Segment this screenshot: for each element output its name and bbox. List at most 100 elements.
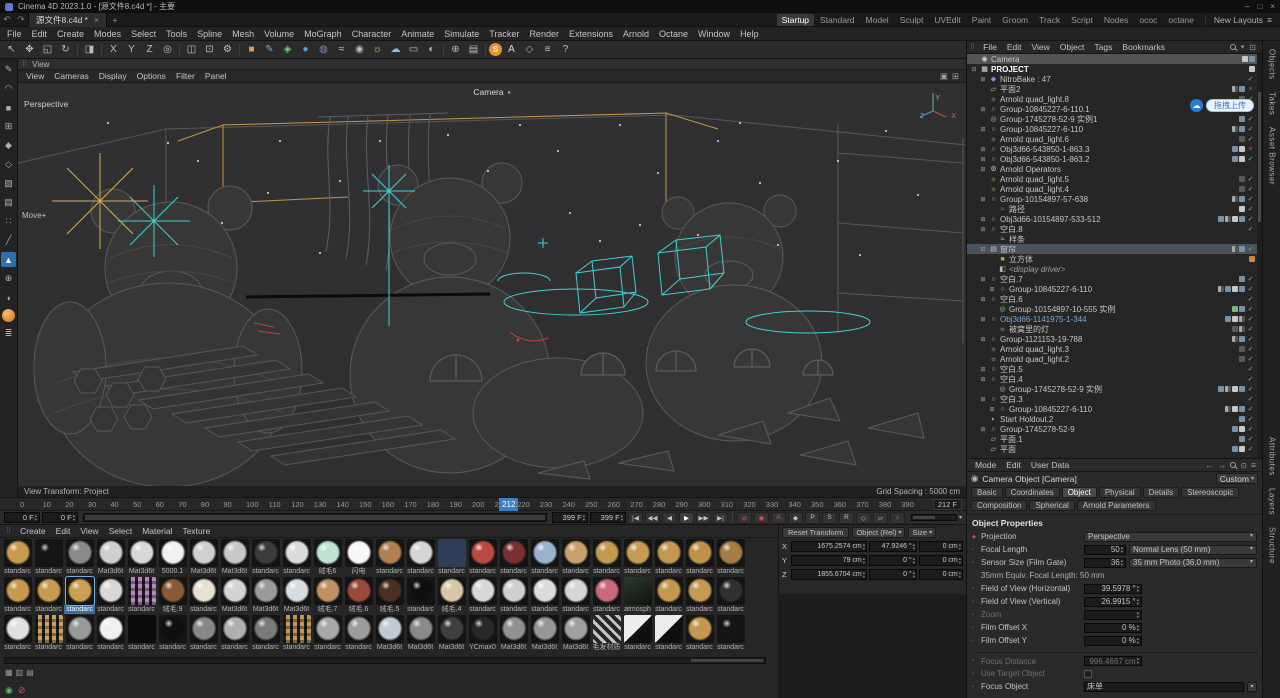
- tag-chip[interactable]: [1239, 446, 1245, 452]
- material-thumbnail[interactable]: [468, 539, 497, 567]
- viewport-maximize-icon[interactable]: ▣: [940, 71, 948, 82]
- anim-dot-icon[interactable]: ◦: [972, 671, 978, 677]
- menu-select[interactable]: Select: [126, 29, 161, 39]
- attr-field-focus-object[interactable]: 床单: [1084, 681, 1244, 692]
- visibility-toggle[interactable]: ✓: [1246, 385, 1255, 393]
- viewport-canvas[interactable]: Camera ▪ Perspective Move+ Y X Z View Tra…: [18, 83, 966, 497]
- visibility-toggle[interactable]: ✓: [1246, 415, 1255, 423]
- anim-dot-icon[interactable]: ◦: [972, 560, 978, 566]
- material-standarc-1-4[interactable]: standarc: [126, 576, 157, 614]
- object-row-立方体[interactable]: ■ 立方体: [967, 254, 1257, 264]
- anim-dot-icon[interactable]: ◦: [972, 638, 978, 644]
- material-mat3d6t-2-13[interactable]: Mat3d6t: [405, 614, 436, 652]
- camera-menu-icon[interactable]: ▪: [508, 87, 511, 97]
- visibility-toggle[interactable]: ✓: [1246, 305, 1255, 313]
- tab-arnold-parameters[interactable]: Arnold Parameters: [1076, 500, 1156, 511]
- layout-tab-script[interactable]: Script: [1066, 14, 1098, 26]
- expand-icon[interactable]: ⊞: [979, 146, 987, 153]
- material-thumbnail[interactable]: [499, 539, 528, 567]
- tag-chip[interactable]: [1225, 316, 1231, 322]
- visibility-toggle[interactable]: ✓: [1246, 335, 1255, 343]
- menu-octane[interactable]: Octane: [654, 29, 693, 39]
- material-绒毛6-0-10[interactable]: 绒毛6: [312, 538, 343, 576]
- back-icon[interactable]: ←: [1205, 460, 1214, 470]
- om-menu-view[interactable]: View: [1027, 42, 1055, 52]
- expand-icon[interactable]: ⊞: [979, 196, 987, 203]
- visibility-toggle[interactable]: ✓: [1246, 395, 1255, 403]
- attr-field-sensor-size-film-gate[interactable]: 36 ▴ ▾: [1084, 557, 1126, 568]
- points-mode-icon[interactable]: ∷: [1, 214, 16, 229]
- material-thumbnail[interactable]: [34, 539, 63, 567]
- material-thumbnail[interactable]: [561, 539, 590, 567]
- search-icon[interactable]: [1229, 44, 1236, 50]
- tab-composition[interactable]: Composition: [971, 500, 1028, 511]
- material-thumbnail[interactable]: [65, 539, 94, 567]
- material-menu-edit[interactable]: Edit: [51, 526, 76, 536]
- attr-dropdown-projection[interactable]: Perspective ▾: [1084, 531, 1257, 542]
- filter-icon[interactable]: ▾: [1241, 43, 1245, 51]
- expand-icon[interactable]: ⊞: [979, 76, 987, 83]
- menu-tracker[interactable]: Tracker: [484, 29, 524, 39]
- upload-overlay[interactable]: ☁ 拖拽上传: [1190, 99, 1254, 112]
- next-frame-button[interactable]: ▶▶: [695, 511, 711, 524]
- menu-character[interactable]: Character: [347, 29, 397, 39]
- expand-icon[interactable]: ⊞: [988, 286, 996, 293]
- material-thumbnail[interactable]: [3, 577, 32, 605]
- tag-chip[interactable]: [1239, 116, 1245, 122]
- material-mat3d6t-2-16[interactable]: Mat3d6t: [498, 614, 529, 652]
- material-standarc-0-22[interactable]: standarc: [684, 538, 715, 576]
- visibility-toggle[interactable]: ✓: [1246, 215, 1255, 223]
- layout-tab-groom[interactable]: Groom: [997, 14, 1033, 26]
- material-thumbnail[interactable]: [189, 539, 218, 567]
- help-icon[interactable]: ?: [557, 42, 574, 57]
- visibility-toggle[interactable]: ✓: [1246, 365, 1255, 373]
- menu-create[interactable]: Create: [52, 29, 89, 39]
- material-thumbnail[interactable]: [282, 577, 311, 605]
- menu-tools[interactable]: Tools: [161, 29, 192, 39]
- tag-chip[interactable]: [1239, 186, 1245, 192]
- y-scale-field[interactable]: 0 cm ▴ ▾: [919, 555, 963, 566]
- material-thumbnail[interactable]: [220, 539, 249, 567]
- material-view-icons-icon[interactable]: ▦: [5, 668, 13, 677]
- render-settings-icon[interactable]: ⚙: [219, 42, 236, 57]
- end-frame-field[interactable]: 399 F ▴ ▾: [551, 512, 588, 523]
- material-thumbnail[interactable]: [561, 577, 590, 605]
- tag-chip[interactable]: [1225, 286, 1231, 292]
- enable-axis-icon[interactable]: ⊕: [1, 271, 16, 286]
- tag-chip[interactable]: [1249, 256, 1255, 262]
- side-tab-layers[interactable]: Layers: [1268, 488, 1277, 515]
- expand-icon[interactable]: ⊟: [970, 66, 978, 73]
- live-selection-icon[interactable]: ↖: [3, 42, 20, 57]
- material-mat3d6t-0-4[interactable]: Mat3d6t: [126, 538, 157, 576]
- expand-icon[interactable]: ⊞: [979, 276, 987, 283]
- object-row-被窝里的灯[interactable]: ☼ 被窝里的灯 ✓: [967, 324, 1257, 334]
- visibility-toggle[interactable]: ✓: [1246, 285, 1255, 293]
- material-mat3d6t-1-7[interactable]: Mat3d6t: [219, 576, 250, 614]
- material-thumbnail[interactable]: [158, 615, 187, 643]
- object-row-group-10845227-6-110[interactable]: ⊞ ○ Group-10845227-6-110 ✓: [967, 404, 1257, 414]
- object-row-平面2[interactable]: ▱ 平面2 ×: [967, 84, 1257, 94]
- object-row-group-1745278-52-9[interactable]: ⊞ ○ Group-1745278-52-9 ✓: [967, 424, 1257, 434]
- om-menu-object[interactable]: Object: [1055, 42, 1090, 52]
- field-icon[interactable]: ◍: [315, 42, 332, 57]
- tag-chip[interactable]: [1218, 286, 1224, 292]
- object-row-arnold-quad-light-6[interactable]: ☼ Arnold quad_light.6 ✓: [967, 134, 1257, 144]
- material-thumbnail[interactable]: [375, 615, 404, 643]
- material-绒毛-7-1-10[interactable]: 绒毛.7: [312, 576, 343, 614]
- tag-chip[interactable]: [1232, 326, 1238, 332]
- play-sound-button[interactable]: ♪: [889, 511, 905, 524]
- material-standarc-2-4[interactable]: standarc: [126, 614, 157, 652]
- material-standarc-1-15[interactable]: standarc: [467, 576, 498, 614]
- tag-chip[interactable]: [1232, 286, 1238, 292]
- material-standarc-1-22[interactable]: standarc: [684, 576, 715, 614]
- object-row-平面-1[interactable]: ▱ 平面.1 ✓: [967, 434, 1257, 444]
- menu-help[interactable]: Help: [735, 29, 764, 39]
- tag-chip[interactable]: [1232, 386, 1238, 392]
- material-standarc-1-1[interactable]: standarc: [33, 576, 64, 614]
- visibility-toggle[interactable]: ✓: [1246, 435, 1255, 443]
- material-thumbnail[interactable]: [189, 577, 218, 605]
- material-create-icon[interactable]: ◐: [423, 42, 440, 57]
- snap-icon[interactable]: ⊕: [447, 42, 464, 57]
- material-thumbnail[interactable]: [65, 615, 94, 643]
- material-scrollbar[interactable]: [4, 657, 766, 664]
